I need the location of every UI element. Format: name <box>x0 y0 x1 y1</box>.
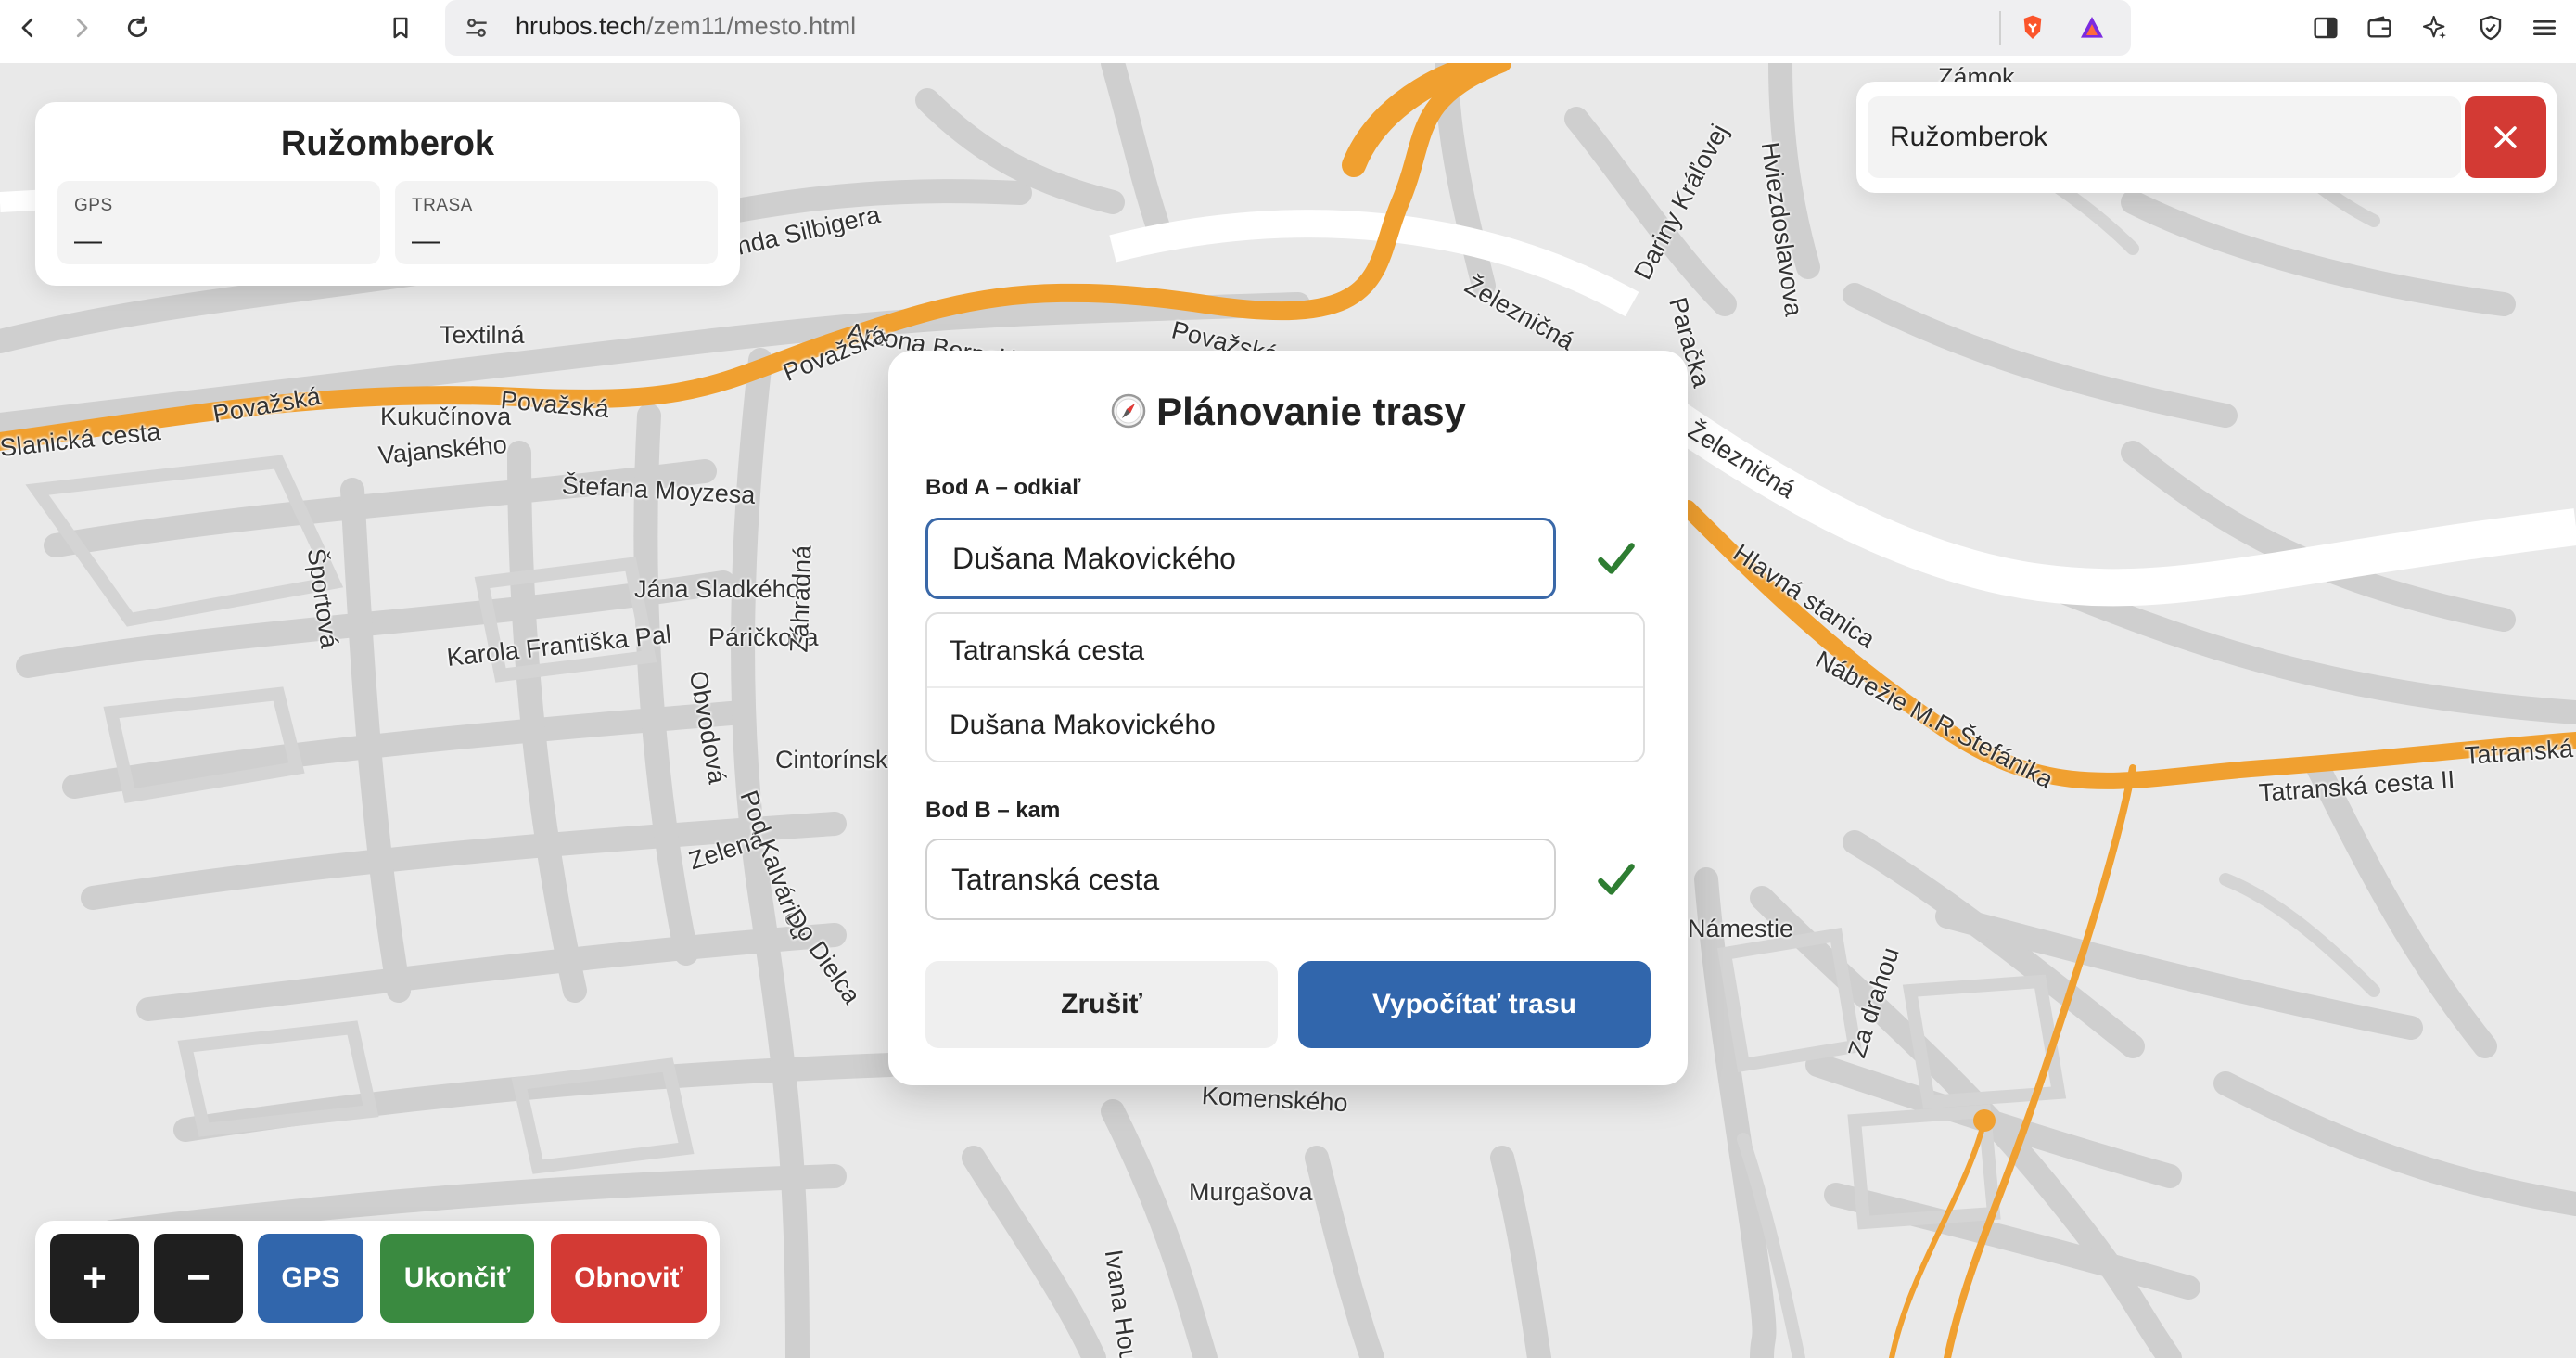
refresh-button[interactable]: Obnoviť <box>551 1234 707 1323</box>
close-icon <box>2494 126 2517 148</box>
gps-stat-value: — <box>74 225 102 256</box>
dialog-title-text: Plánovanie trasy <box>1156 390 1466 433</box>
point-b-label: Bod B – kam <box>925 798 1061 823</box>
vpn-icon[interactable] <box>2472 9 2509 46</box>
point-b-input[interactable] <box>925 839 1556 920</box>
point-a-label: Bod A – odkiaľ <box>925 475 1081 500</box>
gps-button[interactable]: GPS <box>258 1234 363 1323</box>
compass-icon <box>1111 393 1146 429</box>
url-text[interactable]: hrubos.tech/zem11/mesto.html <box>516 12 856 41</box>
check-icon <box>1598 864 1635 895</box>
autocomplete-list: Tatranská cesta Dušana Makovického <box>925 612 1645 762</box>
sidebar-icon[interactable] <box>2307 9 2344 46</box>
zoom-in-button[interactable]: + <box>50 1234 139 1323</box>
point-a-input[interactable] <box>925 518 1556 599</box>
browser-toolbar: hrubos.tech/zem11/mesto.html <box>0 0 2576 63</box>
url-divider <box>1999 11 2001 45</box>
clear-search-button[interactable] <box>2465 96 2546 178</box>
autocomplete-item[interactable]: Tatranská cesta <box>927 614 1643 688</box>
cancel-button[interactable]: Zrušiť <box>925 961 1278 1048</box>
route-planning-dialog: Plánovanie trasy Bod A – odkiaľ Tatransk… <box>888 351 1688 1085</box>
street-label: Jána Sladkého <box>634 575 800 603</box>
forward-icon[interactable] <box>61 6 102 50</box>
map-controls: + − GPS Ukončiť Obnoviť <box>35 1221 720 1339</box>
street-label: Záhradná <box>784 544 817 654</box>
check-icon <box>1598 543 1635 574</box>
route-stat: TRASA — <box>395 181 718 264</box>
bookmark-icon[interactable] <box>380 6 421 50</box>
brave-shield-icon[interactable] <box>2014 9 2051 46</box>
street-label: Textilná <box>440 321 525 349</box>
gps-stat: GPS — <box>57 181 380 264</box>
autocomplete-item[interactable]: Dušana Makovického <box>927 688 1643 761</box>
street-label: Kukučínova <box>380 403 512 430</box>
site-settings-icon[interactable] <box>458 9 495 46</box>
route-stat-value: — <box>412 225 440 256</box>
back-icon[interactable] <box>7 6 48 50</box>
city-search-card <box>1856 82 2557 193</box>
rewards-icon[interactable] <box>2073 9 2111 46</box>
end-button[interactable]: Ukončiť <box>380 1234 534 1323</box>
address-bar[interactable]: hrubos.tech/zem11/mesto.html <box>445 0 2131 56</box>
city-title: Ružomberok <box>280 124 495 163</box>
city-info-card: Ružomberok GPS — TRASA — <box>35 102 740 286</box>
city-search-input[interactable] <box>1868 96 2461 178</box>
wallet-icon[interactable] <box>2361 9 2398 46</box>
gps-stat-label: GPS <box>74 196 113 215</box>
street-label: Cintorínska <box>775 746 902 774</box>
dialog-title: Plánovanie trasy <box>888 390 1688 434</box>
reload-icon[interactable] <box>117 6 158 50</box>
zoom-out-button[interactable]: − <box>154 1234 243 1323</box>
route-stat-label: TRASA <box>412 196 473 215</box>
street-label: Námestie <box>1688 915 1794 942</box>
menu-icon[interactable] <box>2526 9 2563 46</box>
street-label: Murgašova <box>1189 1178 1313 1206</box>
compute-route-button[interactable]: Vypočítať trasu <box>1298 961 1651 1048</box>
leo-icon[interactable] <box>2417 9 2454 46</box>
